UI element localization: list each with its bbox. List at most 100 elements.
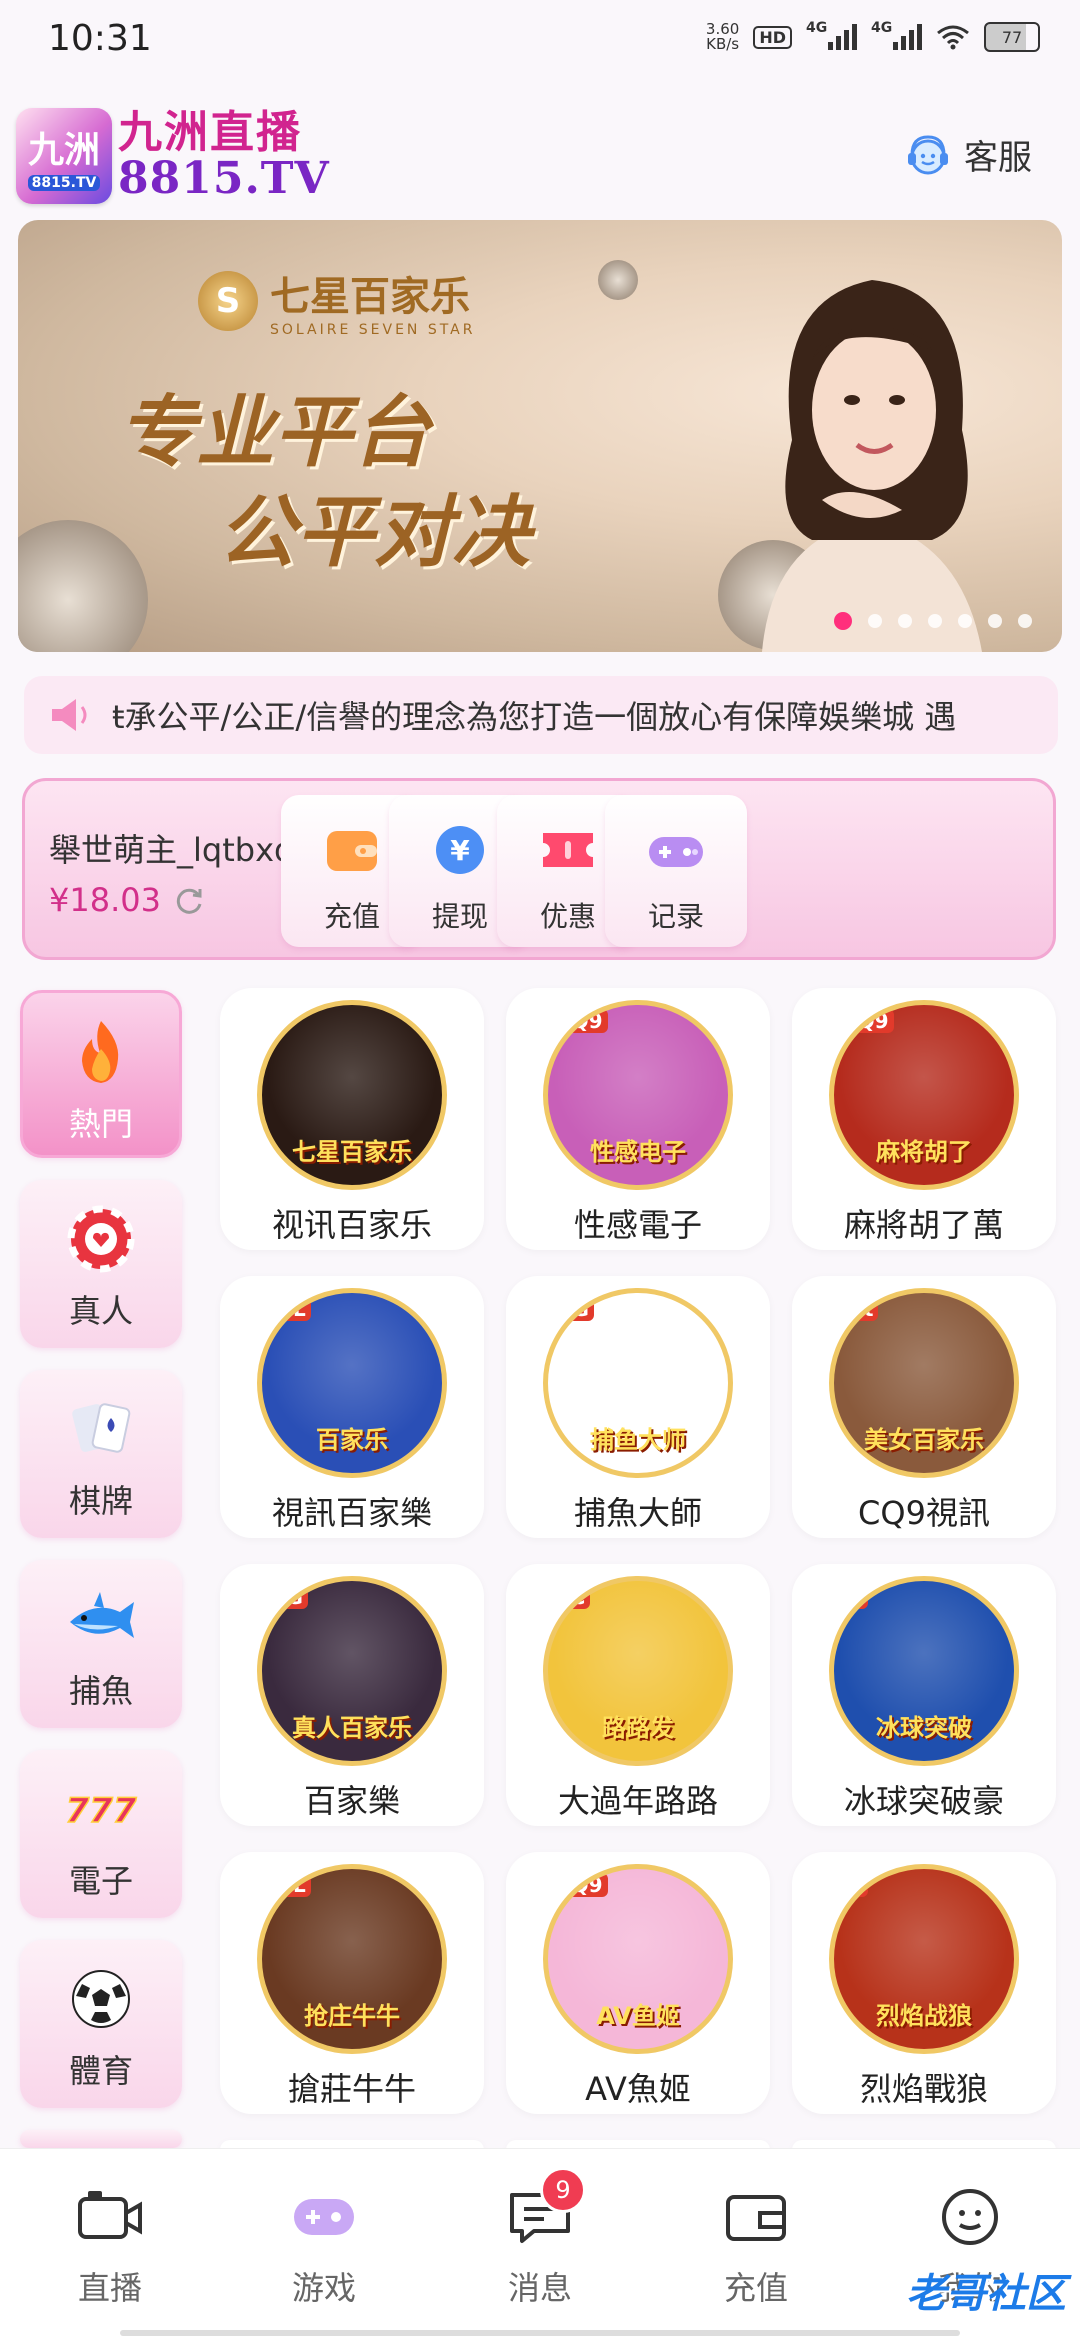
status-time: 10:31	[48, 18, 152, 59]
game-title: 烈焰戰狼	[859, 2070, 988, 2108]
nav-games[interactable]: 游戏	[244, 2185, 404, 2309]
announcement-text: ŧ承公平/公正/信譽的理念為您打造一個放心有保障娛樂城 遇	[112, 698, 957, 736]
camera-icon	[78, 2191, 142, 2239]
app-logo: 九洲 8815.TV 九洲直播 8815.TV	[16, 108, 330, 204]
game-tile[interactable]: CQ9 AV鱼姬 AV魚姬	[506, 1852, 770, 2114]
game-artwork-caption: 捕鱼大师	[590, 1426, 686, 1454]
game-title: CQ9視訊	[858, 1494, 990, 1532]
category-live-casino[interactable]: 真人	[20, 1180, 182, 1348]
logo-badge-sub: 8815.TV	[27, 175, 101, 191]
game-title: 捕魚大師	[573, 1494, 702, 1532]
game-artwork-caption: 真人百家乐	[292, 1714, 412, 1742]
game-artwork-caption: 抢庄牛牛	[304, 2002, 400, 2030]
refresh-icon[interactable]	[173, 884, 205, 916]
home-indicator	[120, 2330, 960, 2336]
game-artwork-caption: 麻将胡了	[876, 1138, 972, 1166]
provider-badge: CQ9	[838, 1009, 894, 1033]
game-tile[interactable]: M 冰球突破 冰球突破豪	[792, 1564, 1056, 1826]
customer-service-label: 客服	[964, 138, 1032, 178]
records-button[interactable]: 记录	[605, 795, 747, 947]
nav-deposit[interactable]: 充值	[676, 2185, 836, 2309]
game-artwork: CQ9 麻将胡了	[829, 1000, 1019, 1190]
banner-model-image	[762, 280, 982, 652]
deposit-label: 充值	[323, 900, 380, 933]
nav-live[interactable]: 直播	[30, 2185, 190, 2309]
game-artwork-caption: 性感电子	[590, 1138, 686, 1166]
nav-games-label: 游戏	[291, 2269, 356, 2307]
game-tile[interactable]: M 烈焰战狼 烈焰戰狼	[792, 1852, 1056, 2114]
balance-row: ¥18.03	[49, 881, 205, 919]
game-tile[interactable]: AG 捕鱼大师捕魚大師	[506, 1276, 770, 1538]
provider-badge: AG	[552, 1297, 594, 1321]
flame-icon	[82, 1021, 119, 1083]
soccer-ball-icon	[72, 1970, 130, 2028]
category-hot-label: 熱門	[68, 1105, 133, 1143]
profile-face-icon	[942, 2189, 998, 2245]
carousel-dot[interactable]	[958, 614, 972, 628]
banner-headline-2: 公平对决	[218, 488, 531, 578]
carousel-dot[interactable]	[1018, 614, 1032, 628]
banner-brand-sub: SOLAIRE SEVEN STAR	[270, 322, 476, 338]
logo-text: 九洲直播 8815.TV	[118, 110, 330, 202]
promo-banner[interactable]: S 七星百家乐 SOLAIRE SEVEN STAR 专业平台 公平对决	[18, 220, 1062, 652]
logo-badge: 九洲 8815.TV	[16, 108, 112, 204]
category-sports[interactable]: 體育	[20, 1940, 182, 2108]
banner-chip-decoration	[598, 260, 638, 300]
shark-icon	[70, 1592, 134, 1638]
category-card-games-label: 棋牌	[68, 1482, 133, 1520]
game-artwork-caption: 美女百家乐	[864, 1426, 984, 1454]
nav-messages[interactable]: 9 消息	[460, 2167, 620, 2309]
announcement-marquee[interactable]: ŧ承公平/公正/信譽的理念為您打造一個放心有保障娛樂城 遇	[24, 676, 1058, 754]
game-title: 性感電子	[573, 1206, 702, 1244]
username: 舉世萌主_lqtbxq	[49, 831, 295, 869]
game-artwork-caption: 百家乐	[316, 1426, 388, 1454]
game-tile[interactable]: WL 抢庄牛牛 搶莊牛牛	[220, 1852, 484, 2114]
banner-brand-name: 七星百家乐	[270, 274, 470, 320]
game-tile[interactable]: AG 真人百家乐 百家樂	[220, 1564, 484, 1826]
network-type-label-2: 4G	[871, 20, 893, 36]
user-wallet-card: 舉世萌主_lqtbxq ¥18.03 充值 ¥ 提现 优惠 记录	[22, 778, 1056, 960]
category-card-games[interactable]: 棋牌	[20, 1370, 182, 1538]
provider-badge: CQ9	[552, 1873, 608, 1897]
status-icons: 3.60 KB/s HD 4G 4G 77	[706, 20, 1040, 52]
category-slots[interactable]: 777 電子	[20, 1750, 182, 1918]
signal-strength-icon-2: 4G	[871, 20, 922, 50]
balance-amount: ¥18.03	[49, 881, 161, 919]
game-tile[interactable]: S 七星百家乐 视讯百家乐	[220, 988, 484, 1250]
game-title: 搶莊牛牛	[287, 2070, 416, 2108]
game-artwork-caption: 路路发	[602, 1714, 674, 1742]
yuan-coin-icon: ¥	[436, 826, 484, 874]
game-artwork: AG 真人百家乐	[257, 1576, 447, 1766]
network-type-label: 4G	[806, 20, 828, 36]
carousel-dot[interactable]	[928, 614, 942, 628]
game-title: 視訊百家樂	[271, 1494, 432, 1532]
gamepad-icon	[294, 2199, 354, 2235]
ticket-icon	[543, 833, 593, 867]
category-fishing[interactable]: 捕魚	[20, 1560, 182, 1728]
banner-chip-decoration	[18, 520, 148, 652]
svg-text:777: 777	[66, 1791, 137, 1831]
carousel-dot[interactable]	[898, 614, 912, 628]
customer-service-button[interactable]: 客服	[904, 130, 1032, 179]
withdraw-label: 提现	[431, 900, 488, 933]
svg-text:¥: ¥	[450, 834, 470, 867]
carousel-dot[interactable]	[834, 612, 852, 630]
category-live-casino-label: 真人	[68, 1292, 133, 1330]
game-tile[interactable]: FC 路路发 大過年路路	[506, 1564, 770, 1826]
provider-badge: FC	[552, 1585, 591, 1609]
game-title: 麻將胡了萬	[843, 1206, 1004, 1244]
game-tile[interactable]: mt 美女百家乐 CQ9視訊	[792, 1276, 1056, 1538]
wallet-icon	[726, 2195, 786, 2241]
provider-badge: WL	[266, 1297, 311, 1321]
gamepad-icon	[649, 837, 703, 867]
game-tile[interactable]: WL 百家乐視訊百家樂	[220, 1276, 484, 1538]
category-more-partial[interactable]	[20, 2130, 182, 2148]
game-tile[interactable]: CQ9 性感电子 性感電子	[506, 988, 770, 1250]
logo-line-2: 8815.TV	[118, 153, 330, 204]
network-speed: 3.60 KB/s	[706, 22, 739, 52]
game-tile[interactable]: CQ9 麻将胡了麻將胡了萬	[792, 988, 1056, 1250]
category-hot[interactable]: 熱門	[20, 990, 182, 1158]
carousel-dot[interactable]	[868, 614, 882, 628]
carousel-dot[interactable]	[988, 614, 1002, 628]
logo-line-1: 九洲直播	[118, 107, 302, 158]
